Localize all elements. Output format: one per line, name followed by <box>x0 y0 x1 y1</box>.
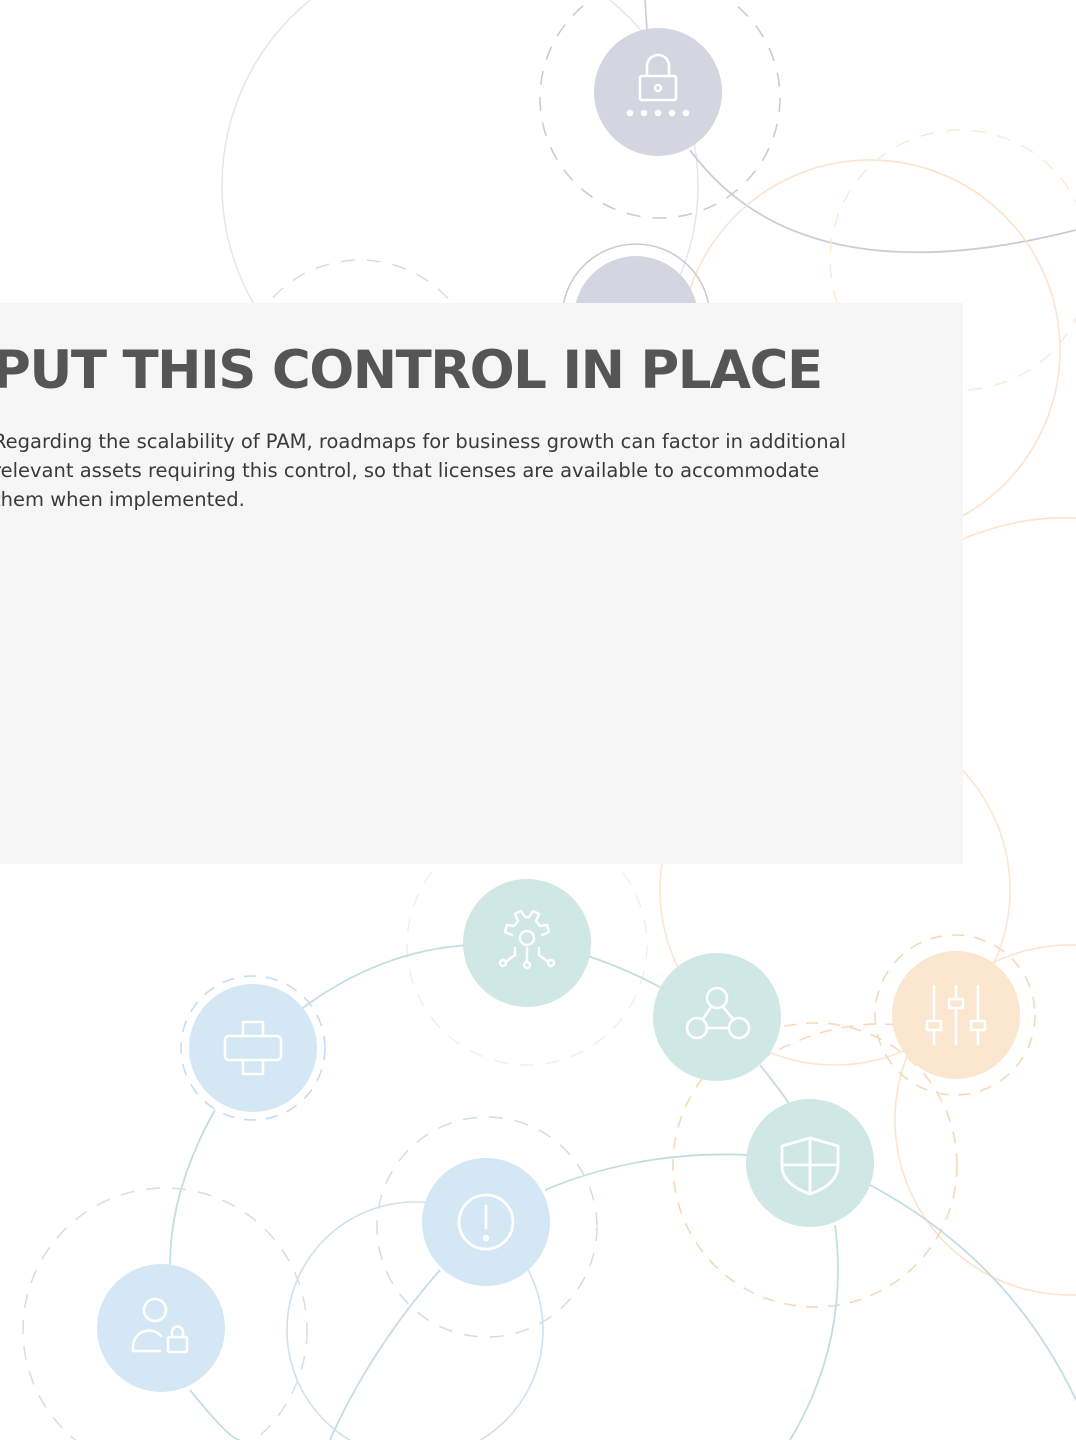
page-heading: PUT THIS CONTROL IN PLACE <box>0 340 823 401</box>
network-icon-circle <box>653 953 781 1081</box>
user-lock-icon-circle <box>97 1264 225 1392</box>
gear-icon-circle <box>463 879 591 1007</box>
puzzle-icon-circle <box>189 984 317 1112</box>
body-paragraph: Regarding the scalability of PAM, roadma… <box>0 430 847 511</box>
page-canvas: PUT THIS CONTROL IN PLACE Regarding the … <box>0 0 1076 1440</box>
